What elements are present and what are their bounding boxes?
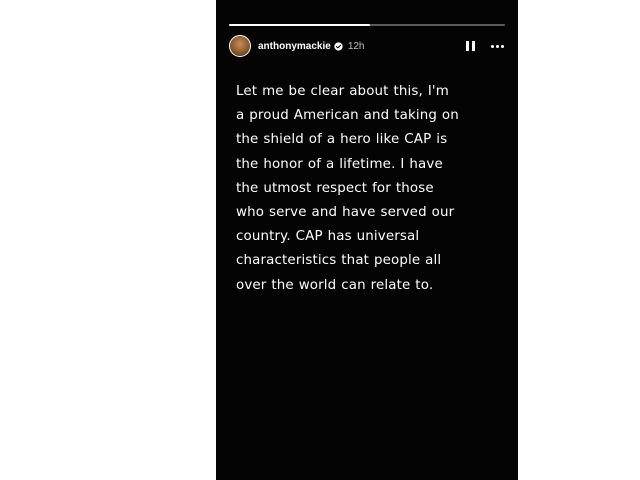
story-text-line: the utmost respect for those — [236, 180, 434, 196]
more-options-icon-dot — [500, 44, 504, 48]
pause-icon-bar — [471, 41, 475, 51]
story-text-line: who serve and have served our — [236, 205, 455, 221]
story-progress-fill — [229, 24, 370, 26]
more-options-icon-dot — [495, 44, 499, 48]
verified-badge-icon — [334, 41, 343, 51]
pause-button[interactable] — [463, 39, 477, 53]
story-header: anthonymackie 12h — [229, 33, 505, 59]
pause-icon — [465, 41, 469, 51]
more-options-button[interactable] — [489, 39, 505, 53]
story-text-line: the honor of a lifetime. I have — [236, 156, 443, 172]
story-text-line: Let me be clear about this, I'm — [236, 84, 449, 99]
page: anthonymackie 12h Let me be clear about … — [0, 0, 640, 480]
post-time: 12h — [347, 40, 365, 52]
instagram-story-viewer[interactable]: anthonymackie 12h Let me be clear about … — [216, 0, 518, 480]
more-options-icon — [490, 44, 494, 48]
profile-avatar[interactable] — [229, 35, 251, 57]
story-text-line: characteristics that people all — [236, 253, 442, 269]
story-progress-bar — [229, 24, 505, 26]
story-text-line: the shield of a hero like CAP is — [236, 132, 448, 148]
story-text-line: country. CAP has universal — [236, 229, 420, 245]
author-username[interactable]: anthonymackie — [258, 41, 331, 52]
story-text-line: over the world can relate to. — [236, 277, 434, 293]
story-text: Let me be clear about this, I'm a proud … — [236, 80, 508, 298]
story-text-line: a proud American and taking on — [236, 108, 459, 124]
